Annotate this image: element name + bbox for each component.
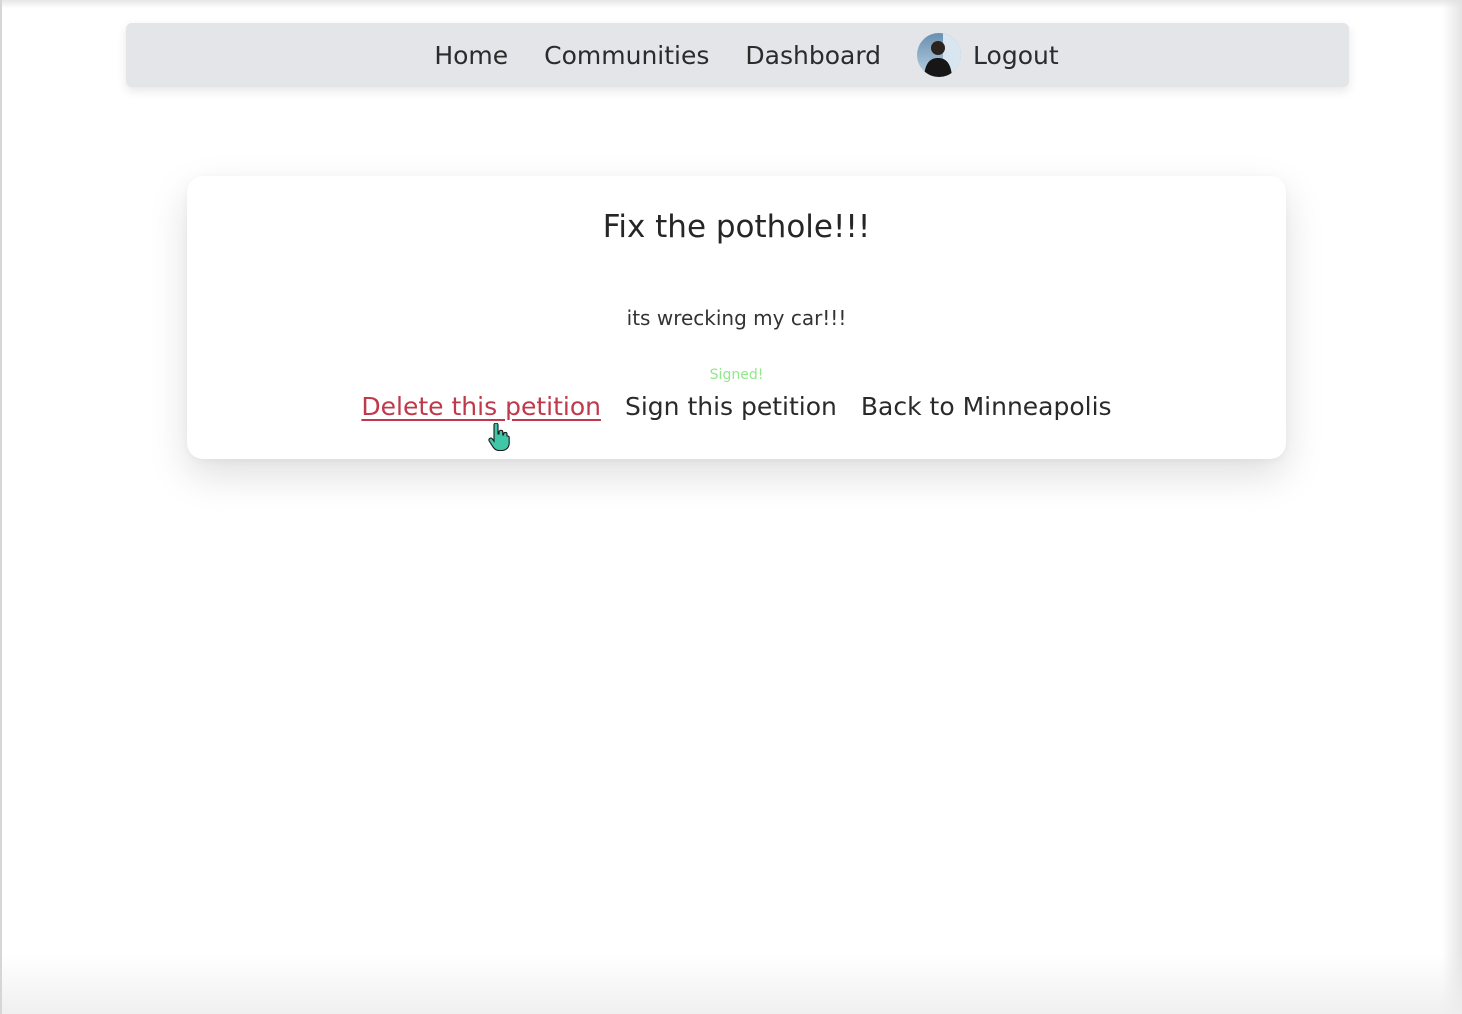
logout-label: Logout xyxy=(973,40,1059,70)
petition-actions: Delete this petition Sign this petition … xyxy=(187,392,1286,421)
right-edge-shading xyxy=(1442,0,1462,1014)
nav-communities-link[interactable]: Communities xyxy=(544,41,709,70)
petition-title: Fix the pothole!!! xyxy=(602,209,871,245)
sign-petition-link[interactable]: Sign this petition xyxy=(625,392,837,421)
nav-dashboard-link[interactable]: Dashboard xyxy=(745,41,881,70)
nav-home-link[interactable]: Home xyxy=(434,41,508,70)
bottom-edge-shading xyxy=(2,954,1462,1014)
signed-status-message: Signed! xyxy=(709,367,764,383)
petition-card: Fix the pothole!!! its wrecking my car!!… xyxy=(187,176,1286,459)
user-avatar[interactable] xyxy=(917,33,962,77)
top-navbar: Home Communities Dashboard Logout xyxy=(126,23,1349,87)
delete-petition-link[interactable]: Delete this petition xyxy=(361,392,601,421)
nav-logout-link[interactable]: Logout xyxy=(917,33,1059,77)
top-edge-shading xyxy=(2,0,1462,8)
petition-description: its wrecking my car!!! xyxy=(626,306,847,330)
page: Home Communities Dashboard Logout Fix th… xyxy=(0,0,1462,1014)
back-to-community-link[interactable]: Back to Minneapolis xyxy=(861,392,1112,421)
